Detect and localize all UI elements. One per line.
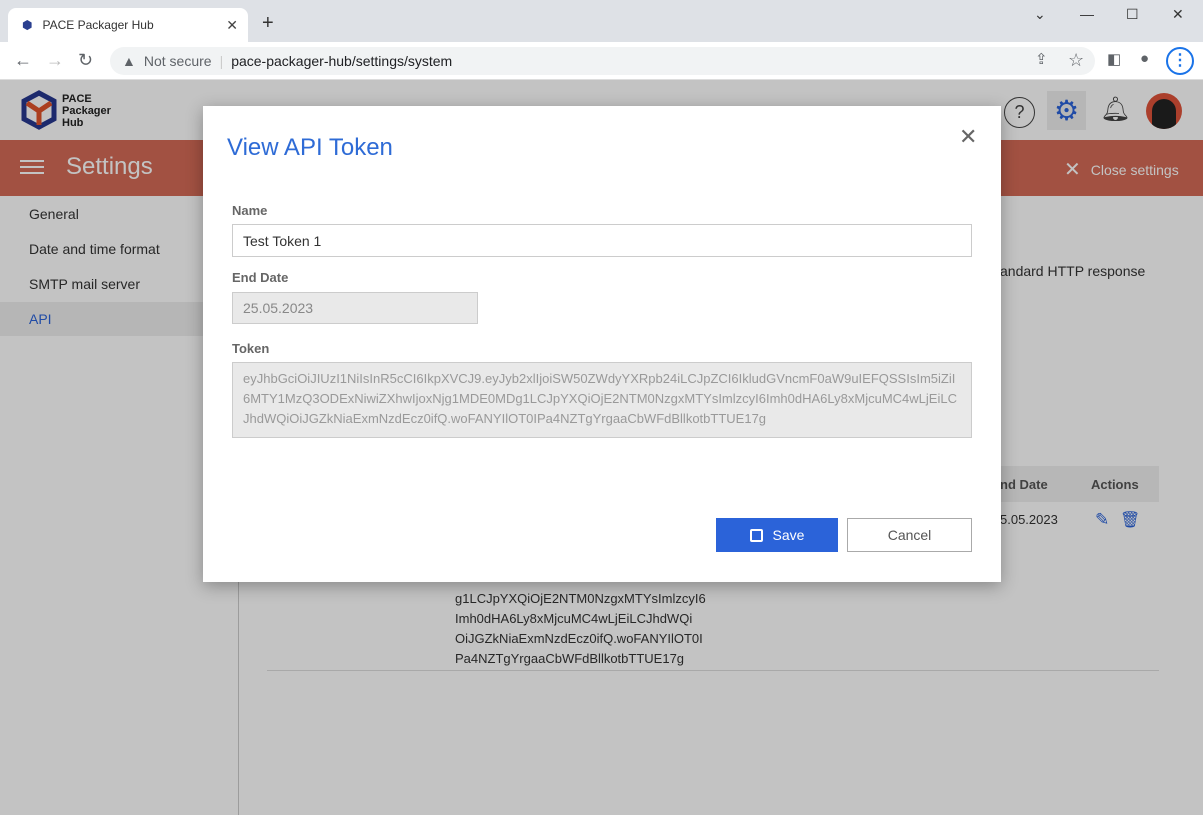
reload-icon[interactable]: ↻	[78, 50, 93, 71]
view-api-token-dialog: View API Token ✕ Name Test Token 1 End D…	[203, 106, 1001, 582]
side-panel-icon[interactable]: ◧	[1107, 50, 1121, 68]
name-input[interactable]: Test Token 1	[232, 224, 972, 257]
share-icon[interactable]: ⇪	[1035, 50, 1048, 68]
close-dialog-icon[interactable]: ✕	[959, 124, 977, 150]
security-label: Not secure	[143, 53, 212, 69]
profile-icon[interactable]: ●	[1140, 50, 1149, 67]
minimize-button[interactable]: —	[1080, 6, 1094, 22]
bookmark-star-icon[interactable]: ☆	[1068, 50, 1084, 71]
name-label: Name	[232, 203, 268, 218]
close-window-button[interactable]: ✕	[1172, 6, 1184, 23]
browser-tab[interactable]: ⬢ PACE Packager Hub ✕	[8, 8, 248, 42]
token-textarea[interactable]: eyJhbGciOiJIUzI1NiIsInR5cCI6IkpXVCJ9.eyJ…	[232, 362, 972, 438]
tab-search-icon[interactable]: ⌄	[1034, 6, 1046, 23]
back-icon[interactable]: ←	[14, 50, 32, 71]
warning-icon: ▲	[122, 53, 136, 69]
favicon-icon: ⬢	[22, 18, 33, 32]
menu-icon[interactable]: ⋮	[1166, 47, 1194, 75]
maximize-button[interactable]: ☐	[1126, 6, 1139, 23]
save-button[interactable]: Save	[716, 518, 838, 552]
token-label: Token	[232, 341, 270, 356]
dialog-title: View API Token	[227, 134, 393, 161]
new-tab-button[interactable]: +	[262, 12, 274, 35]
save-disk-icon	[749, 528, 763, 542]
tab-title: PACE Packager Hub	[42, 18, 154, 32]
end-date-input: 25.05.2023	[232, 292, 478, 324]
close-tab-icon[interactable]: ✕	[226, 17, 238, 34]
url-text: pace-packager-hub/settings/system	[231, 53, 453, 69]
forward-icon[interactable]: →	[46, 50, 64, 71]
cancel-button[interactable]: Cancel	[847, 518, 972, 552]
end-date-label: End Date	[232, 270, 289, 285]
address-bar[interactable]: ▲ Not secure | pace-packager-hub/setting…	[110, 47, 1095, 75]
